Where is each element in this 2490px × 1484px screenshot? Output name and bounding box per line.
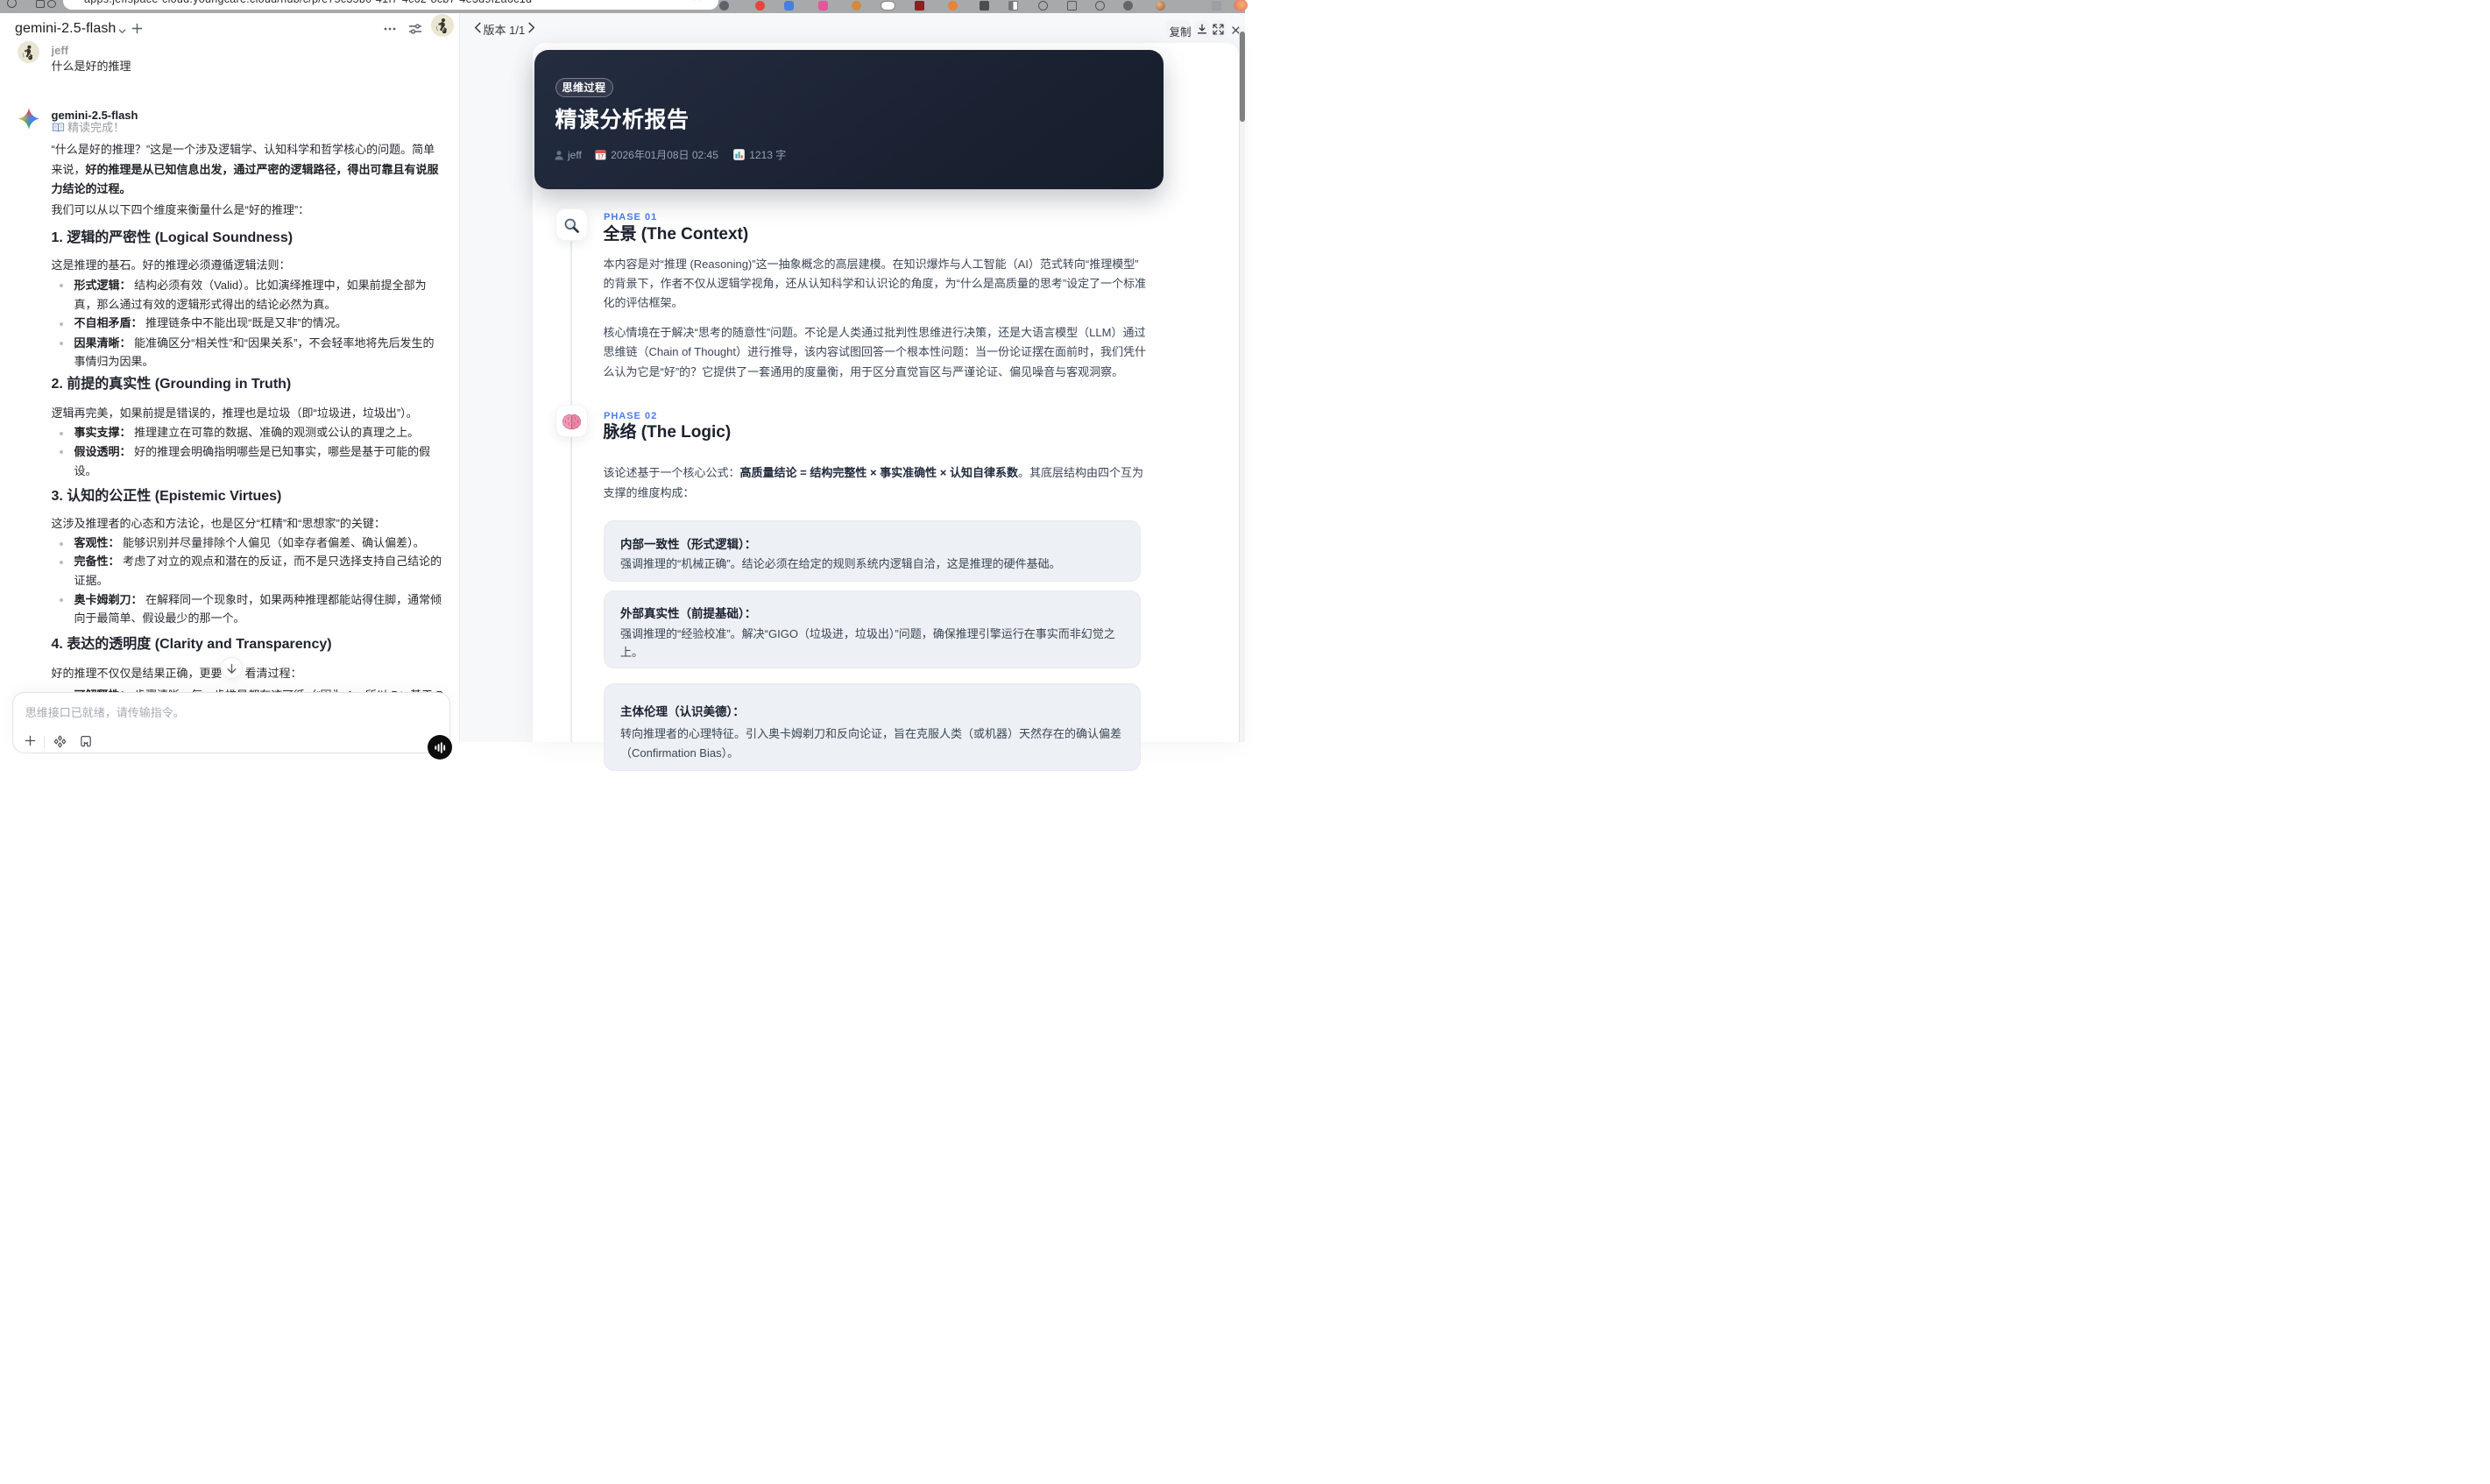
svg-text:17: 17 — [598, 154, 604, 160]
